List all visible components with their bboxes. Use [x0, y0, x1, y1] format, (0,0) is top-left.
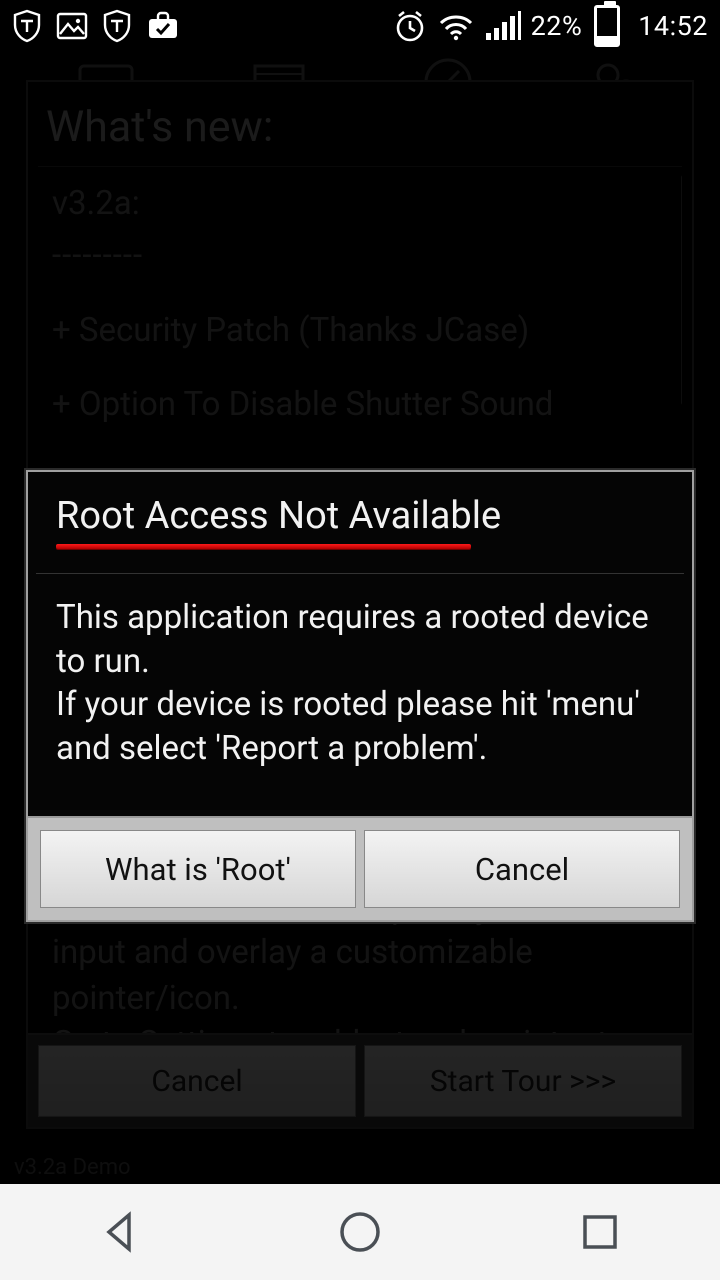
clock: 14:52 [638, 10, 708, 42]
root-dialog-body: This application requires a rooted devic… [28, 574, 692, 816]
alarm-icon [393, 9, 427, 43]
title-underline [56, 544, 471, 549]
what-is-root-button[interactable]: What is 'Root' [40, 830, 356, 908]
gallery-icon [56, 12, 88, 40]
navigation-bar [0, 1184, 720, 1280]
status-bar: 22% 14:52 [0, 0, 720, 52]
recent-apps-button[interactable] [540, 1197, 660, 1267]
battery-icon [592, 5, 620, 47]
cancel-button[interactable]: Cancel [364, 830, 680, 908]
back-button[interactable] [60, 1197, 180, 1267]
home-button[interactable] [300, 1197, 420, 1267]
wifi-icon [437, 11, 475, 41]
briefcase-check-icon [146, 11, 180, 41]
shield-t-icon [12, 9, 42, 43]
root-access-dialog: Root Access Not Available This applicati… [26, 470, 694, 922]
shield-t-icon-2 [102, 9, 132, 43]
root-dialog-buttons: What is 'Root' Cancel [28, 816, 692, 920]
signal-icon [485, 11, 521, 41]
battery-percent: 22% [531, 10, 583, 42]
root-dialog-title: Root Access Not Available [56, 494, 664, 538]
